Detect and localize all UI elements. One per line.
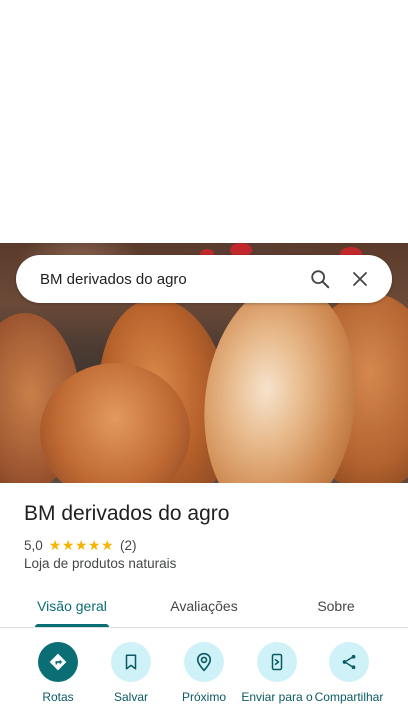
directions-label: Rotas — [42, 690, 74, 704]
share-button[interactable]: Compartilhar — [310, 642, 388, 705]
send-to-phone-icon — [257, 642, 297, 682]
place-title: BM derivados do agro — [24, 502, 230, 525]
active-tab-indicator — [35, 624, 109, 627]
nearby-button[interactable]: Próximo — [165, 642, 243, 705]
tab-bar: Visão geral Avaliações Sobre — [0, 584, 408, 628]
rating-value: 5,0 — [24, 537, 43, 553]
bookmark-icon — [111, 642, 151, 682]
close-icon[interactable] — [340, 259, 380, 299]
search-input[interactable]: BM derivados do agro — [40, 271, 300, 288]
nearby-label: Próximo — [181, 690, 226, 704]
place-category: Loja de produtos naturais — [24, 556, 177, 571]
rating-row[interactable]: 5,0 ★★★★★ (2) — [24, 536, 137, 554]
save-button[interactable]: Salvar — [92, 642, 170, 705]
send-to-phone-label: Enviar para o — [241, 690, 313, 704]
search-icon[interactable] — [300, 259, 340, 299]
share-icon — [329, 642, 369, 682]
nearby-icon — [184, 642, 224, 682]
map-blank-area — [0, 0, 408, 243]
share-label: Compartilhar — [314, 690, 384, 704]
directions-icon — [38, 642, 78, 682]
search-bar[interactable]: BM derivados do agro — [16, 255, 392, 303]
send-to-phone-button[interactable]: Enviar para o — [238, 642, 316, 705]
directions-button[interactable]: Rotas — [19, 642, 97, 705]
tab-overview[interactable]: Visão geral — [24, 584, 120, 627]
tab-reviews[interactable]: Avaliações — [150, 584, 258, 627]
review-count[interactable]: (2) — [120, 538, 137, 553]
star-rating-icon: ★★★★★ — [48, 536, 115, 553]
tab-about[interactable]: Sobre — [296, 584, 376, 627]
save-label: Salvar — [113, 690, 148, 704]
